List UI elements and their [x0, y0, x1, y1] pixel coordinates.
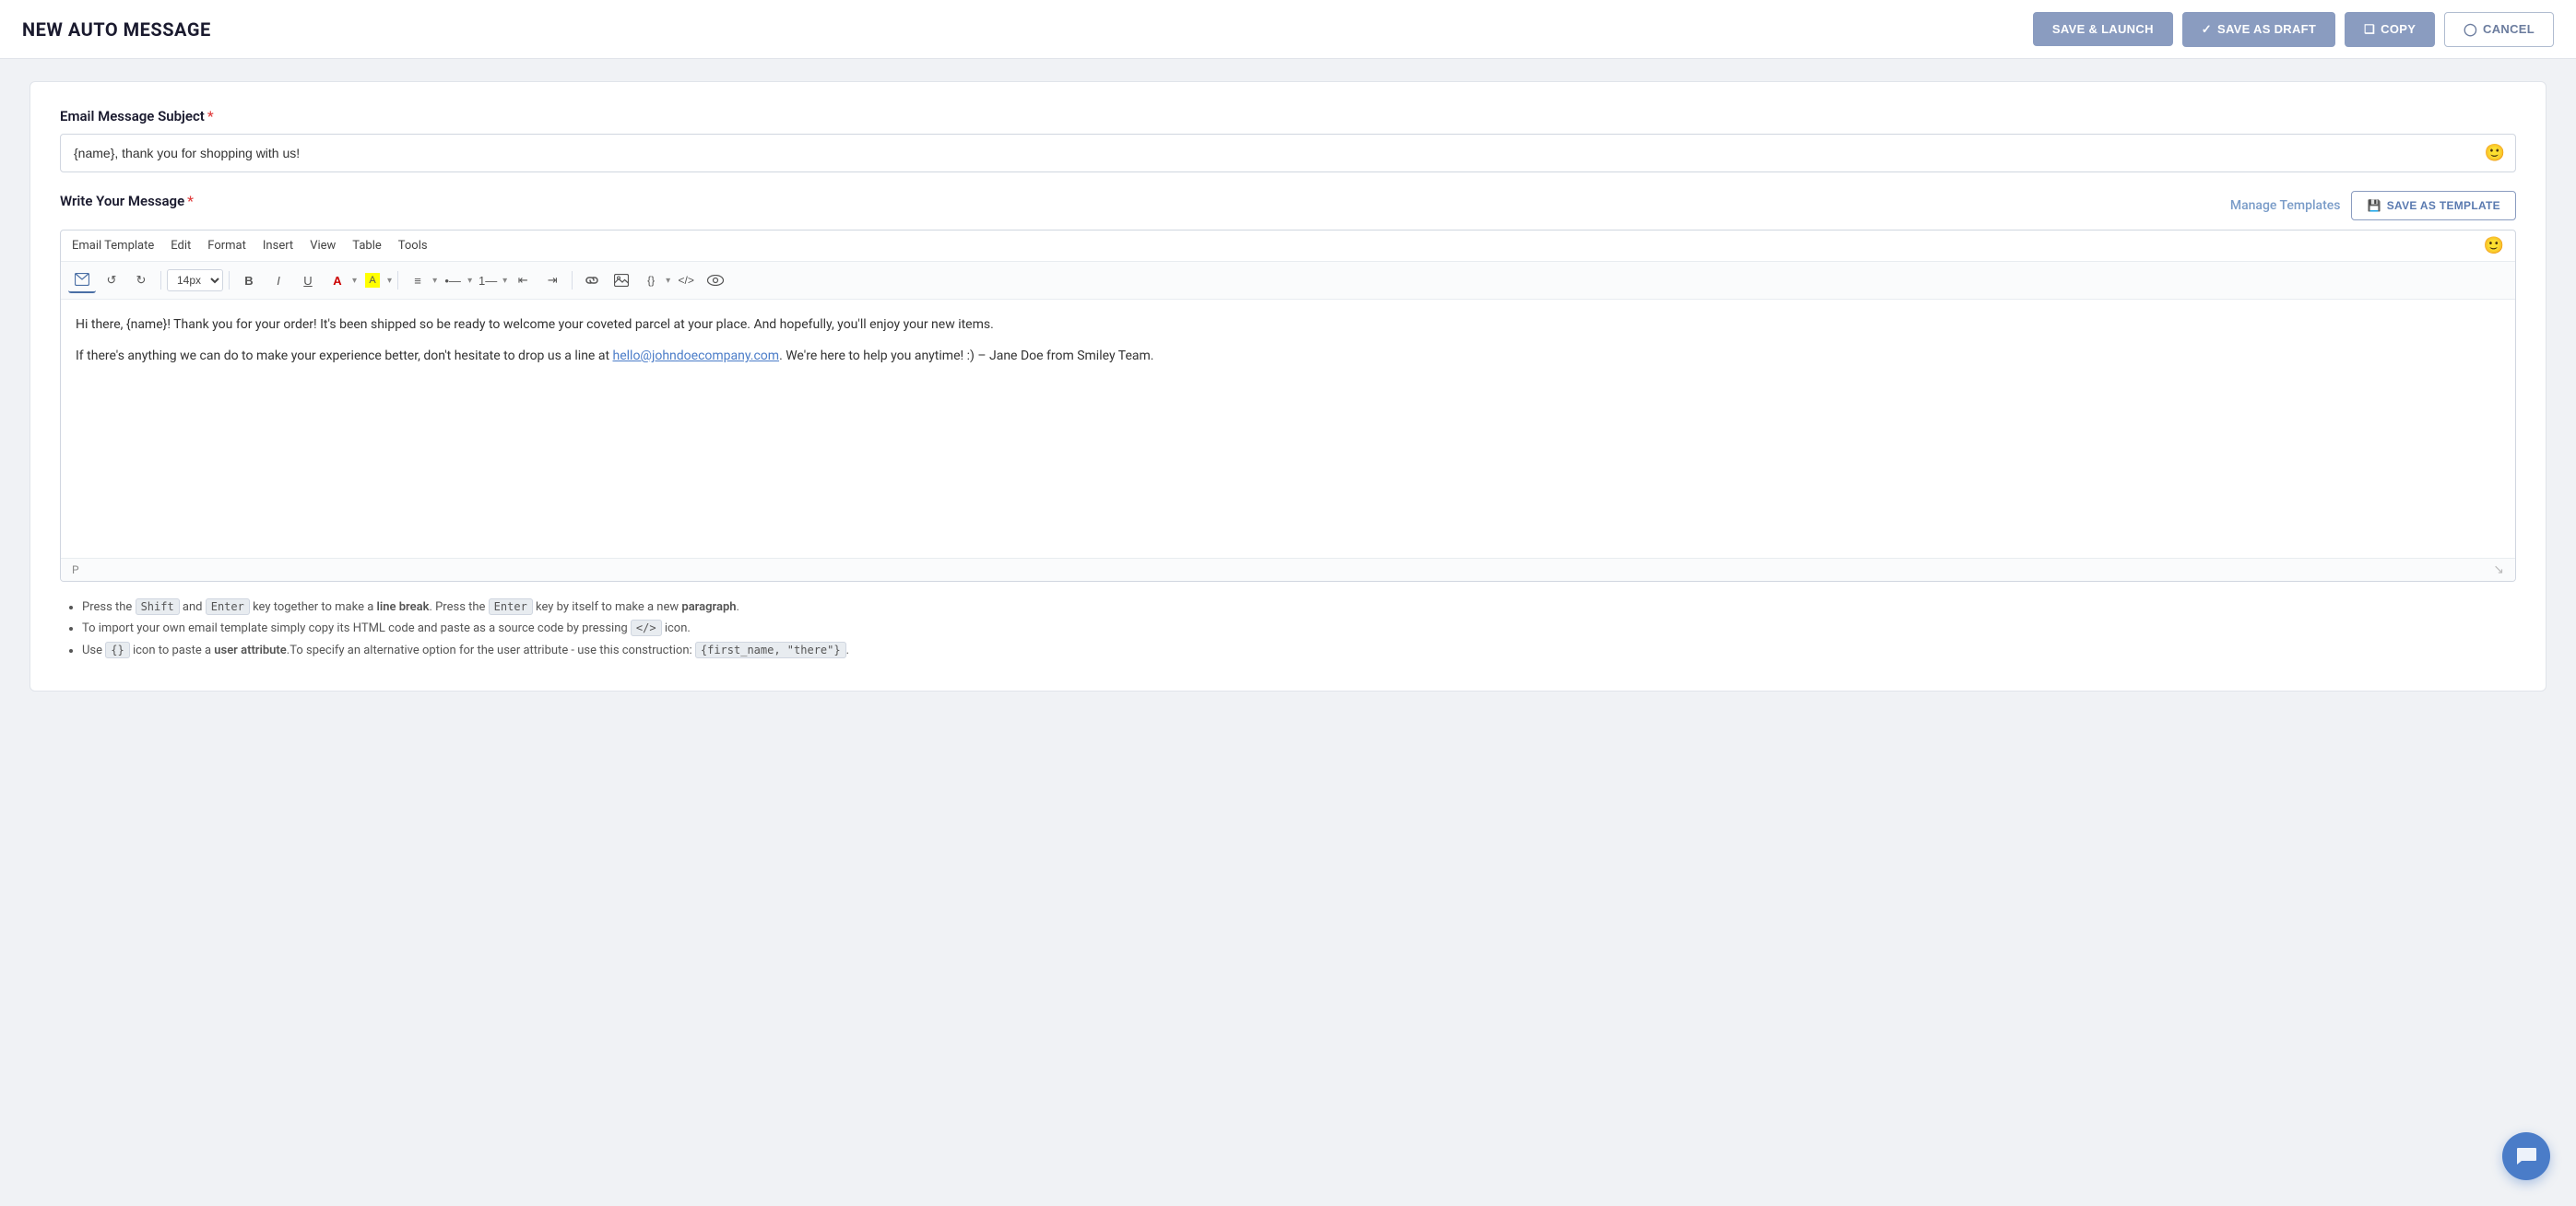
- checkmark-icon: ✓: [2202, 22, 2212, 37]
- unordered-list-dropdown[interactable]: •— ▾: [439, 267, 472, 293]
- manage-templates-link[interactable]: Manage Templates: [2230, 198, 2341, 213]
- copy-icon: ❏: [2364, 22, 2375, 37]
- message-header: Write Your Message* Manage Templates 💾 S…: [60, 191, 2516, 220]
- menu-insert[interactable]: Insert: [263, 237, 293, 254]
- editor-toolbar: ↺ ↻ 14px 12px 16px 18px: [61, 262, 2515, 300]
- ol-arrow[interactable]: ▾: [502, 276, 507, 286]
- help-line-3: Use {} icon to paste a user attribute.To…: [82, 640, 2516, 661]
- menu-edit[interactable]: Edit: [171, 237, 191, 254]
- subject-label: Email Message Subject*: [60, 108, 2516, 124]
- editor-emoji-button[interactable]: 🙂: [2484, 236, 2504, 255]
- resize-handle[interactable]: ↘: [2493, 562, 2504, 577]
- variable-example: {first_name, "there"}: [695, 642, 846, 658]
- message-label: Write Your Message*: [60, 193, 194, 209]
- ordered-list-dropdown[interactable]: 1— ▾: [474, 267, 507, 293]
- redo-button[interactable]: ↻: [127, 267, 155, 293]
- text-color-arrow[interactable]: ▾: [352, 276, 357, 286]
- header-actions: SAVE & LAUNCH ✓ SAVE AS DRAFT ❏ COPY ◯ C…: [2033, 12, 2554, 47]
- highlight-color-dropdown[interactable]: A ▾: [359, 267, 392, 293]
- menu-format[interactable]: Format: [207, 237, 246, 254]
- main-content: Email Message Subject* 🙂 Write Your Mess…: [0, 59, 2576, 714]
- editor-menubar: Email Template Edit Format Insert View T…: [61, 231, 2515, 262]
- enter-key-code-2: Enter: [489, 598, 533, 615]
- editor-body[interactable]: Hi there, {name}! Thank you for your ord…: [61, 300, 2515, 558]
- ol-button[interactable]: 1—: [474, 267, 502, 293]
- toolbar-separator-2: [229, 271, 230, 290]
- highlight-arrow[interactable]: ▾: [387, 276, 392, 286]
- italic-button[interactable]: I: [265, 267, 292, 293]
- copy-button[interactable]: ❏ COPY: [2345, 12, 2435, 47]
- bold-button[interactable]: B: [235, 267, 263, 293]
- subject-emoji-button[interactable]: 🙂: [2485, 144, 2505, 163]
- source-code-button[interactable]: </>: [672, 267, 700, 293]
- page-title: NEW AUTO MESSAGE: [22, 18, 211, 41]
- variable-arrow[interactable]: ▾: [666, 276, 670, 286]
- menu-view[interactable]: View: [310, 237, 336, 254]
- align-arrow[interactable]: ▾: [432, 276, 437, 286]
- help-line-2: To import your own email template simply…: [82, 618, 2516, 639]
- save-launch-button[interactable]: SAVE & LAUNCH: [2033, 12, 2173, 46]
- image-button[interactable]: [608, 267, 635, 293]
- align-button[interactable]: ≡: [404, 267, 431, 293]
- subject-input-wrap: 🙂: [60, 134, 2516, 172]
- menu-tools[interactable]: Tools: [398, 237, 428, 254]
- indent-button[interactable]: ⇥: [538, 267, 566, 293]
- template-actions: Manage Templates 💾 SAVE AS TEMPLATE: [2230, 191, 2516, 220]
- link-button[interactable]: [578, 267, 606, 293]
- text-color-button[interactable]: A: [324, 267, 351, 293]
- save-icon: 💾: [2367, 199, 2381, 212]
- toolbar-separator-3: [397, 271, 398, 290]
- form-card: Email Message Subject* 🙂 Write Your Mess…: [30, 81, 2546, 692]
- shift-key-code: Shift: [136, 598, 180, 615]
- underline-button[interactable]: U: [294, 267, 322, 293]
- highlight-button[interactable]: A: [359, 267, 386, 293]
- message-field: Write Your Message* Manage Templates 💾 S…: [60, 191, 2516, 661]
- editor-status-tag: P: [72, 563, 79, 576]
- enter-key-code-1: Enter: [206, 598, 250, 615]
- subject-field: Email Message Subject* 🙂: [60, 108, 2516, 172]
- subject-input[interactable]: [60, 134, 2516, 172]
- preview-button[interactable]: [702, 267, 729, 293]
- text-color-dropdown[interactable]: A ▾: [324, 267, 357, 293]
- editor-container: Email Template Edit Format Insert View T…: [60, 230, 2516, 582]
- close-circle-icon: ◯: [2464, 22, 2477, 37]
- toolbar-separator-1: [160, 271, 161, 290]
- editor-paragraph-1: Hi there, {name}! Thank you for your ord…: [76, 314, 2500, 335]
- ul-arrow[interactable]: ▾: [467, 276, 472, 286]
- save-draft-button[interactable]: ✓ SAVE AS DRAFT: [2182, 12, 2335, 47]
- ul-button[interactable]: •—: [439, 267, 467, 293]
- font-size-dropdown[interactable]: 14px 12px 16px 18px: [167, 269, 223, 291]
- variable-inline: {}: [105, 642, 129, 658]
- email-icon-button[interactable]: [68, 267, 96, 293]
- menu-table[interactable]: Table: [352, 237, 381, 254]
- save-as-template-button[interactable]: 💾 SAVE AS TEMPLATE: [2351, 191, 2516, 220]
- cancel-button[interactable]: ◯ CANCEL: [2444, 12, 2554, 47]
- variable-button[interactable]: {}: [637, 267, 665, 293]
- editor-paragraph-2: If there's anything we can do to make yo…: [76, 346, 2500, 366]
- variable-dropdown[interactable]: {} ▾: [637, 267, 670, 293]
- toolbar-separator-4: [572, 271, 573, 290]
- help-line-1: Press the Shift and Enter key together t…: [82, 597, 2516, 618]
- email-link[interactable]: hello@johndoecompany.com: [613, 349, 780, 363]
- editor-statusbar: P ↘: [61, 558, 2515, 581]
- undo-button[interactable]: ↺: [98, 267, 125, 293]
- source-code-inline: </>: [631, 620, 662, 636]
- help-text: Press the Shift and Enter key together t…: [60, 597, 2516, 661]
- align-dropdown[interactable]: ≡ ▾: [404, 267, 437, 293]
- menu-email-template[interactable]: Email Template: [72, 237, 154, 254]
- chat-fab-button[interactable]: [2502, 1132, 2550, 1180]
- font-size-select[interactable]: 14px 12px 16px 18px: [167, 269, 223, 291]
- page-header: NEW AUTO MESSAGE SAVE & LAUNCH ✓ SAVE AS…: [0, 0, 2576, 59]
- outdent-button[interactable]: ⇤: [509, 267, 537, 293]
